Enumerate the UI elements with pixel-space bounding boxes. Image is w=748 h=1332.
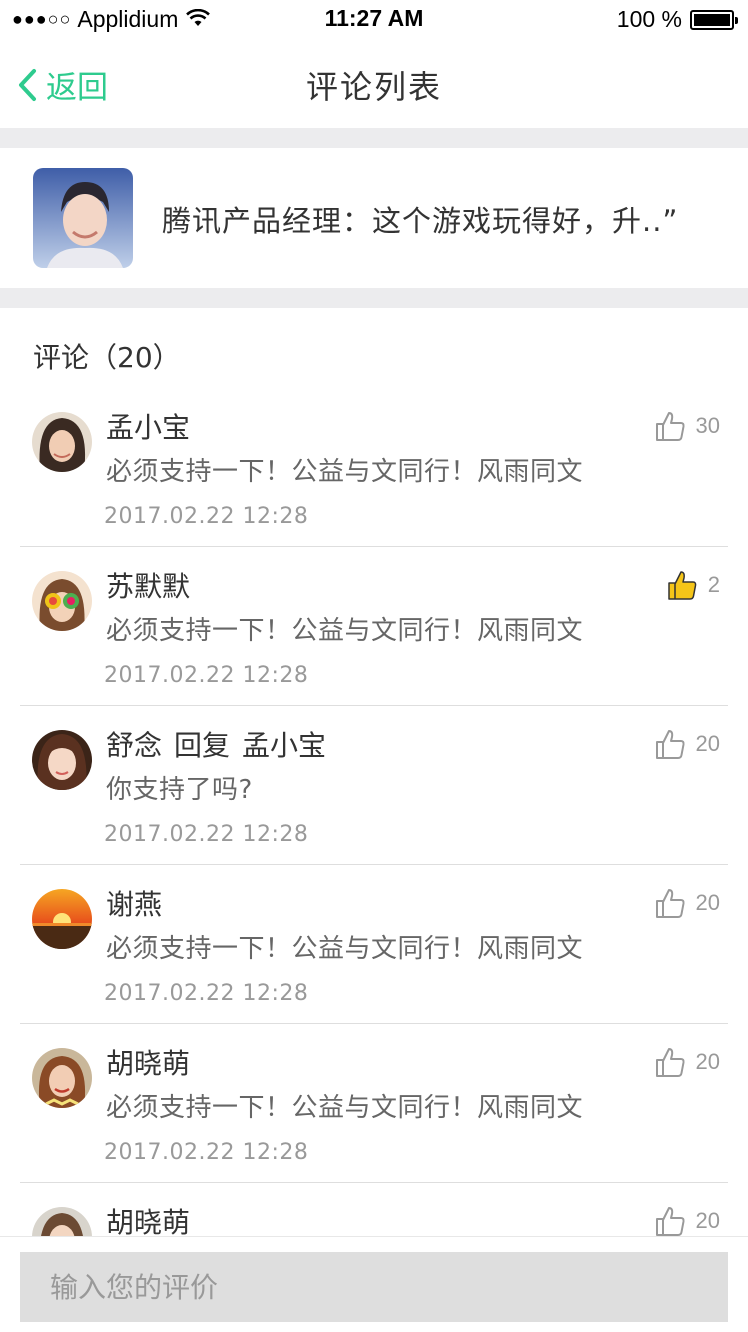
avatar[interactable] — [32, 571, 92, 631]
like-count: 20 — [695, 1208, 720, 1233]
comment-author[interactable]: 孟小宝 — [106, 406, 190, 446]
comment-author[interactable]: 胡晓萌 — [106, 1201, 190, 1241]
like-count: 20 — [695, 890, 720, 915]
comment-timestamp: 2017.02.22 12:28 — [104, 1140, 309, 1165]
like-count: 2 — [707, 572, 720, 597]
article-title: 腾讯产品经理：这个游戏玩得好，升..” — [162, 204, 679, 238]
like-count: 20 — [695, 731, 720, 756]
avatar[interactable] — [32, 730, 92, 790]
comment-input-bar — [0, 1236, 748, 1332]
reply-target[interactable]: 孟小宝 — [242, 729, 326, 762]
like-button[interactable]: 20 — [654, 1046, 720, 1078]
status-bar-right: 100 % — [616, 6, 738, 33]
nav-bar: 返回 评论列表 — [0, 40, 748, 128]
thumbs-up-outline-icon — [655, 1207, 685, 1236]
thumbs-up-outline-icon — [655, 889, 685, 918]
like-button[interactable]: 20 — [654, 728, 720, 760]
comment-text: 必须支持一下！公益与文同行！风雨同文 — [106, 934, 584, 964]
avatar[interactable] — [32, 889, 92, 949]
status-bar: ●●●○○ Applidium 11:27 AM 100 % — [0, 0, 748, 40]
comment-item: 舒念 回复 孟小宝 你支持了吗? 2017.02.22 12:28 20 — [0, 706, 748, 865]
comment-author[interactable]: 舒念 — [106, 729, 162, 762]
avatar[interactable] — [32, 412, 92, 472]
comment-timestamp: 2017.02.22 12:28 — [104, 822, 309, 847]
thumbs-up-outline-icon — [655, 1048, 685, 1077]
comment-text: 必须支持一下！公益与文同行！风雨同文 — [106, 1093, 584, 1123]
like-button[interactable]: 30 — [654, 410, 720, 442]
comment-timestamp: 2017.02.22 12:28 — [104, 663, 309, 688]
like-button[interactable]: 20 — [654, 1205, 720, 1237]
article-card[interactable]: 腾讯产品经理：这个游戏玩得好，升..” — [0, 148, 748, 288]
comments-heading: 评论（20） — [33, 341, 181, 374]
comment-item: 胡晓萌 必须支持一下！公益与文同行！风雨同文 2017.02.22 12:28 … — [0, 1024, 748, 1183]
thumbs-up-filled-icon — [668, 571, 697, 600]
like-count: 20 — [695, 1049, 720, 1074]
article-thumbnail — [33, 168, 133, 268]
battery-percent: 100 % — [616, 6, 682, 32]
battery-icon — [690, 9, 738, 30]
section-divider — [0, 128, 748, 148]
like-button[interactable]: 20 — [654, 887, 720, 919]
comment-author-line: 舒念 回复 孟小宝 — [106, 724, 326, 764]
like-button[interactable]: 2 — [666, 569, 720, 601]
comment-item: 孟小宝 必须支持一下！公益与文同行！风雨同文 2017.02.22 12:28 … — [0, 388, 748, 547]
thumbs-up-outline-icon — [655, 730, 685, 759]
comment-author[interactable]: 苏默默 — [106, 565, 190, 605]
section-divider — [0, 288, 748, 308]
comment-input[interactable] — [20, 1252, 728, 1322]
reply-label: 回复 — [174, 729, 231, 762]
thumbs-up-outline-icon — [655, 412, 685, 441]
avatar[interactable] — [32, 1048, 92, 1108]
like-count: 30 — [695, 413, 720, 438]
comment-timestamp: 2017.02.22 12:28 — [104, 504, 309, 529]
comment-item: 谢燕 必须支持一下！公益与文同行！风雨同文 2017.02.22 12:28 2… — [0, 865, 748, 1024]
comment-author[interactable]: 谢燕 — [106, 883, 162, 923]
comment-item: 苏默默 必须支持一下！公益与文同行！风雨同文 2017.02.22 12:28 … — [0, 547, 748, 706]
comment-text: 必须支持一下！公益与文同行！风雨同文 — [106, 616, 584, 646]
comment-text: 必须支持一下！公益与文同行！风雨同文 — [106, 457, 584, 487]
page-title: 评论列表 — [305, 68, 442, 106]
comment-text: 你支持了吗? — [106, 775, 253, 805]
comment-author[interactable]: 胡晓萌 — [106, 1042, 190, 1082]
comment-timestamp: 2017.02.22 12:28 — [104, 981, 309, 1006]
